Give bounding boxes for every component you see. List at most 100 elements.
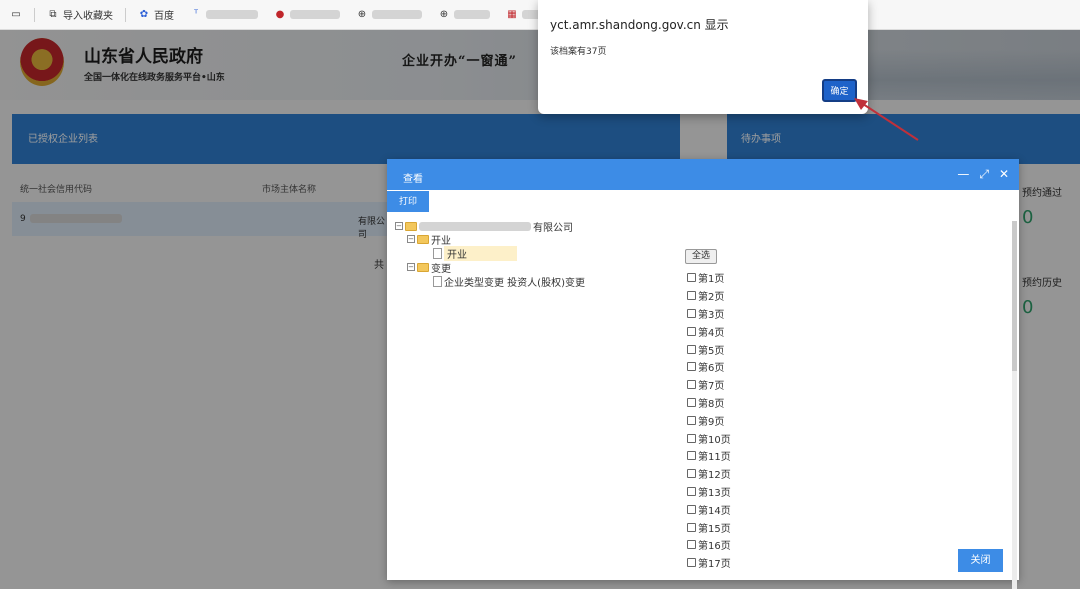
page-label: 第1页 [698, 274, 725, 286]
page-checkbox-item[interactable]: 第10页 [687, 429, 731, 447]
checkbox[interactable] [687, 522, 696, 532]
folder-icon [417, 262, 429, 272]
minimize-icon[interactable]: — [957, 167, 969, 182]
page-label: 第12页 [698, 470, 731, 482]
collapse-icon[interactable]: − [407, 263, 415, 271]
checkbox[interactable] [687, 558, 696, 568]
bookmark-baidu[interactable]: ✿ 百度 [132, 4, 180, 26]
page-label: 第13页 [698, 487, 731, 499]
tree-node-change[interactable]: − 变更 [407, 260, 451, 275]
checkbox[interactable] [687, 308, 696, 318]
page-checkbox-item[interactable]: 第15页 [687, 518, 731, 536]
page-label: 第16页 [698, 541, 731, 553]
redacted-label [454, 10, 490, 19]
close-button[interactable]: 关闭 [958, 549, 1003, 572]
page-checkbox-item[interactable]: 第12页 [687, 465, 731, 483]
redacted-company-name [419, 221, 531, 231]
page-checkbox-item[interactable]: 第7页 [687, 376, 731, 394]
checkbox[interactable] [687, 433, 696, 443]
page-checkbox-item[interactable]: 第1页 [687, 269, 731, 287]
dialog-titlebar: 查看 — ⤢ ✕ [387, 159, 1019, 190]
page-checkbox-item[interactable]: 第2页 [687, 287, 731, 305]
page-checkbox-item[interactable]: 第5页 [687, 340, 731, 358]
redacted-label [206, 10, 258, 19]
dialog-title: 查看 [403, 174, 423, 185]
page-label: 第11页 [698, 452, 731, 464]
page-label: 第5页 [698, 345, 725, 357]
reader-icon-button[interactable]: ▭ [4, 4, 28, 26]
page-label: 第2页 [698, 292, 725, 304]
checkbox[interactable] [687, 397, 696, 407]
bookmark-redacted-3[interactable]: ⊕ [350, 4, 428, 26]
import-bookmarks-link[interactable]: ⧉ 导入收藏夹 [41, 4, 119, 26]
reader-icon: ▭ [11, 8, 21, 20]
page-label: 第10页 [698, 434, 731, 446]
alert-message: 该档案有37页 [550, 47, 607, 57]
bookmarks-separator [125, 7, 126, 22]
checkbox[interactable] [687, 344, 696, 354]
checkbox[interactable] [687, 291, 696, 301]
page-checkbox-item[interactable]: 第11页 [687, 447, 731, 465]
dialog-window-controls: — ⤢ ✕ [957, 167, 1009, 182]
redacted-label [372, 10, 422, 19]
pages-checklist: 第1页第2页第3页 第4页第5页第6页第7页第8页第9页第10页第11页第12页第… [687, 269, 731, 572]
checkbox[interactable] [687, 504, 696, 514]
page-checkbox-item[interactable]: 第9页 [687, 411, 731, 429]
tree-node-label: 有限公司 [533, 222, 573, 234]
page-checkbox-item[interactable]: 第17页 [687, 554, 731, 572]
checkbox[interactable] [687, 451, 696, 461]
tree-node-label: 开业 [431, 235, 451, 247]
page-label: 第8页 [698, 398, 725, 410]
page-label: 第6页 [698, 363, 725, 375]
page-label: 第7页 [698, 381, 725, 393]
paw-icon: ✿ [139, 8, 149, 20]
tree-leaf-change[interactable]: 企业类型变更 投资人(股权)变更 [433, 274, 585, 289]
page-label: 第9页 [698, 416, 725, 428]
bookmark-baidu-label: 百度 [154, 11, 174, 22]
bookmark-redacted-2[interactable]: ● [268, 4, 346, 26]
page-label: 第3页 [698, 309, 725, 321]
tree-node-root[interactable]: − 有限公司 [395, 219, 573, 234]
folder-icon [405, 221, 417, 231]
checkbox[interactable] [687, 273, 696, 283]
bookmark-redacted-4[interactable]: ⊕ [432, 4, 496, 26]
close-icon[interactable]: ✕ [999, 167, 1009, 182]
scrollbar-thumb[interactable] [1012, 221, 1017, 371]
globe-icon: ⊕ [439, 8, 449, 20]
checkbox[interactable] [687, 486, 696, 496]
collapse-icon[interactable]: − [395, 222, 403, 230]
import-icon: ⧉ [49, 8, 57, 20]
site-icon: ᵀ [194, 8, 198, 20]
page-checkbox-item[interactable]: 第3页 [687, 305, 731, 323]
checkbox[interactable] [687, 326, 696, 336]
dialog-scrollbar[interactable] [1012, 221, 1017, 589]
page-label: 第17页 [698, 559, 731, 571]
collapse-icon[interactable]: − [407, 235, 415, 243]
bookmark-redacted-1[interactable]: ᵀ [184, 4, 264, 26]
page-checkbox-item[interactable]: 第16页 [687, 536, 731, 554]
alert-title: yct.amr.shandong.gov.cn 显示 [550, 18, 729, 32]
page-checkbox-item[interactable]: 第8页 [687, 394, 731, 412]
folder-icon [417, 234, 429, 244]
bookmarks-separator [34, 7, 35, 22]
tree-node-label: 企业类型变更 投资人(股权)变更 [444, 277, 585, 289]
tree-node-open-business[interactable]: − 开业 [407, 232, 451, 247]
tree-node-label: 开业 [444, 245, 517, 261]
checkbox[interactable] [687, 380, 696, 390]
checkbox[interactable] [687, 362, 696, 372]
page-checkbox-item[interactable]: 第13页 [687, 483, 731, 501]
checkbox[interactable] [687, 469, 696, 479]
print-button[interactable]: 打印 [387, 191, 429, 212]
page-checkbox-item[interactable]: 第14页 [687, 500, 731, 518]
page-checkbox-item[interactable]: 第6页 [687, 358, 731, 376]
checkbox[interactable] [687, 540, 696, 550]
redacted-label [290, 10, 340, 19]
annotation-arrow [854, 98, 919, 141]
import-bookmarks-label: 导入收藏夹 [63, 11, 113, 22]
tree-node-label: 变更 [431, 263, 451, 275]
tree-leaf-open-business[interactable]: 开业 [433, 245, 517, 261]
checkbox[interactable] [687, 415, 696, 425]
maximize-icon[interactable]: ⤢ [979, 167, 989, 182]
page-checkbox-item[interactable]: 第4页 [687, 322, 731, 340]
select-all-button[interactable]: 全选 [685, 249, 717, 264]
